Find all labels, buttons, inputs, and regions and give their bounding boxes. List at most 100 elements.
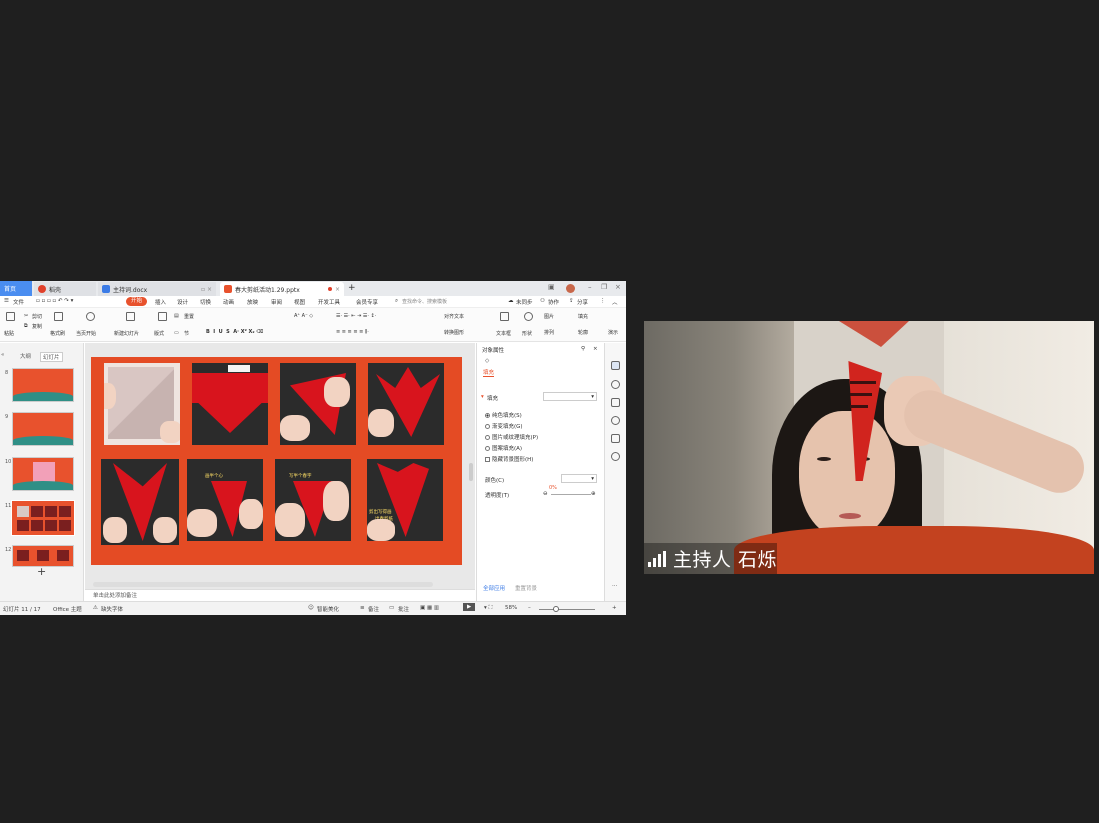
avatar[interactable] <box>566 284 575 293</box>
menu-design[interactable]: 设计 <box>177 298 188 306</box>
command-search-input[interactable]: 查找命令、搜索模板 <box>402 298 502 306</box>
animation-sidebar-icon[interactable] <box>611 380 620 389</box>
tab-outline[interactable]: 大纲 <box>20 352 31 360</box>
close-pane-icon[interactable]: × <box>593 346 598 352</box>
horizontal-scrollbar[interactable] <box>93 582 433 587</box>
pin-icon[interactable]: ⚲ <box>581 346 585 352</box>
radio-pattern-fill[interactable]: 图案填充(A) <box>485 444 522 452</box>
menu-insert[interactable]: 插入 <box>155 298 166 306</box>
outline-button[interactable]: 轮廓 <box>578 329 588 336</box>
menu-file[interactable]: 文件 <box>13 298 24 306</box>
zoom-in-icon[interactable]: + <box>612 605 617 611</box>
menu-view[interactable]: 视图 <box>294 298 305 306</box>
font-size-icons[interactable]: A⁺ A⁻ ◇ <box>294 313 313 319</box>
copy-button[interactable]: 复制 <box>32 323 42 330</box>
transparency-increase-icon[interactable]: ⊕ <box>591 491 596 497</box>
hamburger-menu-icon[interactable]: ☰ <box>4 298 9 304</box>
current-slide[interactable]: 画半个心 写半个春字 剪出写得画 出春剪纸 <box>91 357 462 565</box>
quick-access-icons[interactable]: ▫ ▫ ▫ ▫ ↶ ↷ ▾ <box>36 298 73 304</box>
collab-button[interactable]: 协作 <box>548 298 559 306</box>
slide-thumbnail-9[interactable] <box>12 412 74 446</box>
window-layout-icon[interactable]: ▣ <box>548 283 555 291</box>
menu-slideshow[interactable]: 放映 <box>247 298 258 306</box>
slide-photo-1[interactable] <box>104 363 180 445</box>
location-sidebar-icon[interactable] <box>611 452 620 461</box>
slide-photo-2[interactable] <box>192 363 268 445</box>
fill-button[interactable]: 填充 <box>578 313 588 320</box>
close-window-icon[interactable]: × <box>615 283 621 291</box>
reset-button[interactable]: 重置 <box>184 313 194 320</box>
paste-button[interactable]: 粘贴 <box>4 330 14 337</box>
menu-member[interactable]: 会员专享 <box>356 298 378 306</box>
notes-toggle-button[interactable]: 备注 <box>368 605 379 613</box>
fill-section-toggle[interactable]: ▾ <box>481 394 484 400</box>
zoom-slider[interactable] <box>539 609 595 610</box>
radio-solid-fill[interactable]: 纯色填充(S) <box>485 411 522 419</box>
tab-daoke[interactable]: 稻壳 <box>34 282 96 296</box>
restore-icon[interactable]: ❐ <box>601 283 607 291</box>
collapse-pane-icon[interactable]: « <box>1 352 4 358</box>
play-from-current-button[interactable]: 当页开始 <box>76 330 96 337</box>
format-painter-icon[interactable] <box>54 312 63 321</box>
paste-icon[interactable] <box>6 312 15 321</box>
slide-photo-3[interactable] <box>280 363 356 445</box>
zoom-level[interactable]: 58% <box>505 605 517 611</box>
view-mode-icons[interactable]: ▣ ▦ ▥ <box>420 605 439 611</box>
new-slide-icon[interactable] <box>126 312 135 321</box>
zoom-slider-handle[interactable] <box>553 606 559 612</box>
shape-icon[interactable] <box>524 312 533 321</box>
present-button[interactable]: 演示 <box>608 329 618 336</box>
fill-tab-icon[interactable]: ◇ <box>485 358 489 364</box>
slide-photo-5[interactable] <box>101 459 179 545</box>
play-icon[interactable] <box>86 312 95 321</box>
textbox-icon[interactable] <box>500 312 509 321</box>
zoom-fit-icon[interactable]: ▾ ⛶ <box>484 605 492 612</box>
paragraph-align-icons[interactable]: ≡ ≡ ≡ ≡ ≡ ⫼· <box>336 329 369 335</box>
slide-photo-6[interactable]: 画半个心 <box>187 459 263 541</box>
transparency-slider[interactable] <box>551 494 591 495</box>
radio-picture-fill[interactable]: 图片或纹理填充(P) <box>485 433 538 441</box>
align-text-button[interactable]: 对齐文本 <box>444 313 464 320</box>
section-button[interactable]: 节 <box>184 330 189 337</box>
tab-slides[interactable]: 幻灯片 <box>40 352 63 362</box>
picture-button[interactable]: 图片 <box>544 313 554 320</box>
tab-host-script-docx[interactable]: 主持词.docx ▫ × <box>98 282 216 296</box>
textbox-button[interactable]: 文本框 <box>496 330 511 337</box>
smart-beautify-button[interactable]: 智能美化 <box>317 605 339 613</box>
notes-area[interactable]: 单击此处添加备注 <box>85 589 475 601</box>
slide-thumbnail-12[interactable] <box>12 545 74 567</box>
format-painter-button[interactable]: 格式刷 <box>50 330 65 337</box>
help-sidebar-icon[interactable] <box>611 416 620 425</box>
slide-photo-4[interactable] <box>368 363 444 445</box>
participant-video-tile[interactable]: 主持人 石烁 <box>644 321 1094 574</box>
fill-tab[interactable]: 填充 <box>483 368 495 377</box>
collapse-ribbon-icon[interactable]: ︿ <box>612 298 618 306</box>
list-icons[interactable]: ☰· ☰· ⇤ ⇥ ☰· ↕· <box>336 313 376 319</box>
slide-thumbnail-11-selected[interactable] <box>11 500 75 536</box>
hide-background-checkbox[interactable]: 隐藏背景图形(H) <box>485 455 533 463</box>
more-sidebar-icon[interactable]: ··· <box>612 583 617 589</box>
add-slide-plus-icon[interactable]: + <box>37 565 46 578</box>
minimize-icon[interactable]: – <box>588 283 592 291</box>
apply-all-button[interactable]: 全部应用 <box>483 584 505 592</box>
vertical-scrollbar[interactable] <box>469 463 473 481</box>
properties-title[interactable]: 对象属性 <box>482 346 504 354</box>
menu-start[interactable]: 开始 <box>126 297 148 306</box>
slide-photo-7[interactable]: 写半个春字 <box>275 459 351 541</box>
layout-button[interactable]: 版式 <box>154 330 164 337</box>
slide-library-sidebar-icon[interactable] <box>611 398 620 407</box>
new-slide-button[interactable]: 新建幻灯片 <box>114 330 139 337</box>
radio-gradient-fill[interactable]: 渐变填充(G) <box>485 422 523 430</box>
cut-button[interactable]: 剪切 <box>32 313 42 320</box>
play-slideshow-icon[interactable]: ▶ <box>463 603 476 611</box>
font-style-icons[interactable]: B I U S A· X² X₂ ⌫ <box>206 329 263 335</box>
fill-type-dropdown[interactable]: ▾ <box>543 392 597 401</box>
slide-thumbnail-8[interactable] <box>12 368 74 402</box>
share-button[interactable]: 分享 <box>577 298 588 306</box>
zoom-out-icon[interactable]: – <box>528 605 531 611</box>
reset-background-button[interactable]: 重置背景 <box>515 584 537 592</box>
slide-thumbnail-10[interactable] <box>12 457 74 491</box>
new-tab-plus-icon[interactable]: + <box>348 283 356 293</box>
properties-sidebar-icon[interactable] <box>611 361 620 370</box>
slide-photo-8[interactable]: 剪出写得画 出春剪纸 <box>367 459 443 541</box>
